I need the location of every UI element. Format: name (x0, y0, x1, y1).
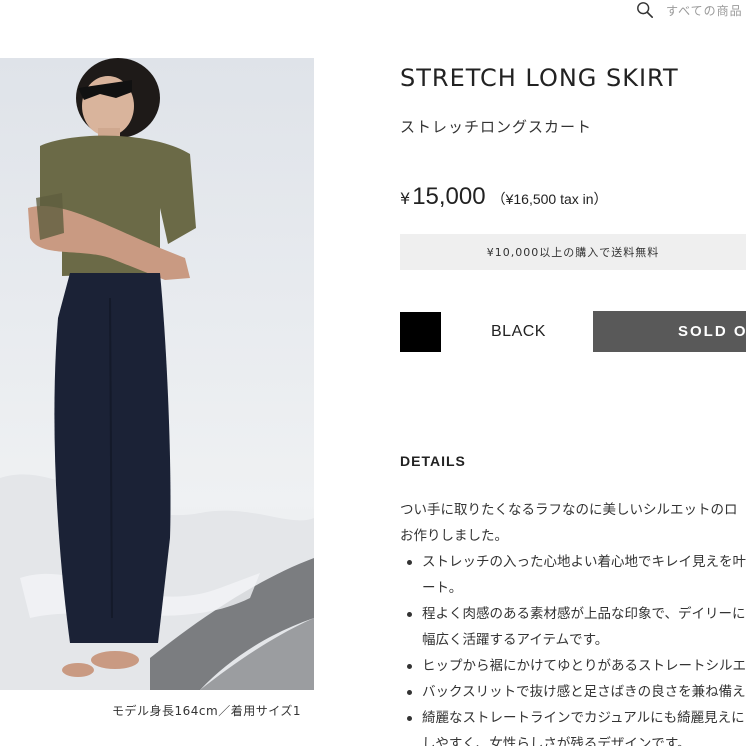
color-name: BLACK (491, 323, 546, 340)
product-subtitle: ストレッチロングスカート (400, 118, 593, 136)
details-description: つい手に取りたくなるラフなのに美しいシルエットのロ お作りしました。 ストレッチ… (400, 497, 746, 746)
search-placeholder[interactable]: すべての商品 (666, 2, 743, 19)
bullet-line: 程よく肉感のある素材感が上品な印象で、デイリーに (422, 606, 746, 622)
list-item: 程よく肉感のある素材感が上品な印象で、デイリーに 幅広く活躍するアイテムです。 (400, 601, 746, 653)
details-heading: DETAILS (400, 453, 466, 469)
model-illustration (0, 58, 314, 690)
color-swatch-black[interactable] (400, 312, 441, 352)
model-caption: モデル身長164cm／着用サイズ1 (112, 704, 301, 718)
list-item: ストレッチの入った心地よい着心地でキレイ見えを叶 ート。 (400, 549, 746, 601)
search-bar[interactable]: すべての商品 (636, 0, 746, 20)
bullet-line: ヒップから裾にかけてゆとりがあるストレートシルエ (422, 658, 746, 674)
bullet-line: 綺麗なストレートラインでカジュアルにも綺麗見えに (422, 710, 745, 726)
bullet-line: 幅広く活躍するアイテムです。 (422, 632, 609, 648)
intro-line: お作りしました。 (400, 528, 508, 544)
price-tax-included: （¥16,500 tax in） (491, 191, 608, 207)
sold-out-label: SOLD OU (678, 323, 746, 340)
details-intro: つい手に取りたくなるラフなのに美しいシルエットのロ お作りしました。 (400, 497, 746, 549)
free-shipping-banner: ¥10,000以上の購入で送料無料 (400, 234, 746, 270)
product-price: ¥ 15,000 （¥16,500 tax in） (400, 183, 608, 211)
list-item: 綺麗なストレートラインでカジュアルにも綺麗見えに しやすく、女性らしさが残るデザ… (400, 705, 746, 746)
list-item: バックスリットで抜け感と足さばきの良さを兼ね備え (400, 679, 746, 705)
bullet-line: バックスリットで抜け感と足さばきの良さを兼ね備え (422, 684, 746, 700)
product-title: STRETCH LONG SKIRT (400, 64, 679, 92)
intro-line: つい手に取りたくなるラフなのに美しいシルエットのロ (400, 502, 738, 518)
bullet-line: ート。 (422, 580, 463, 596)
bullet-line: しやすく、女性らしさが残るデザインです。 (422, 736, 691, 746)
product-photo (0, 58, 314, 690)
price-amount: 15,000 (412, 183, 486, 210)
currency-symbol: ¥ (400, 189, 411, 208)
list-item: ヒップから裾にかけてゆとりがあるストレートシルエ (400, 653, 746, 679)
details-bullets: ストレッチの入った心地よい着心地でキレイ見えを叶 ート。 程よく肉感のある素材感… (400, 549, 746, 746)
bullet-line: ストレッチの入った心地よい着心地でキレイ見えを叶 (422, 554, 746, 570)
sold-out-button[interactable]: SOLD OU (593, 311, 746, 352)
search-icon[interactable] (636, 1, 654, 19)
